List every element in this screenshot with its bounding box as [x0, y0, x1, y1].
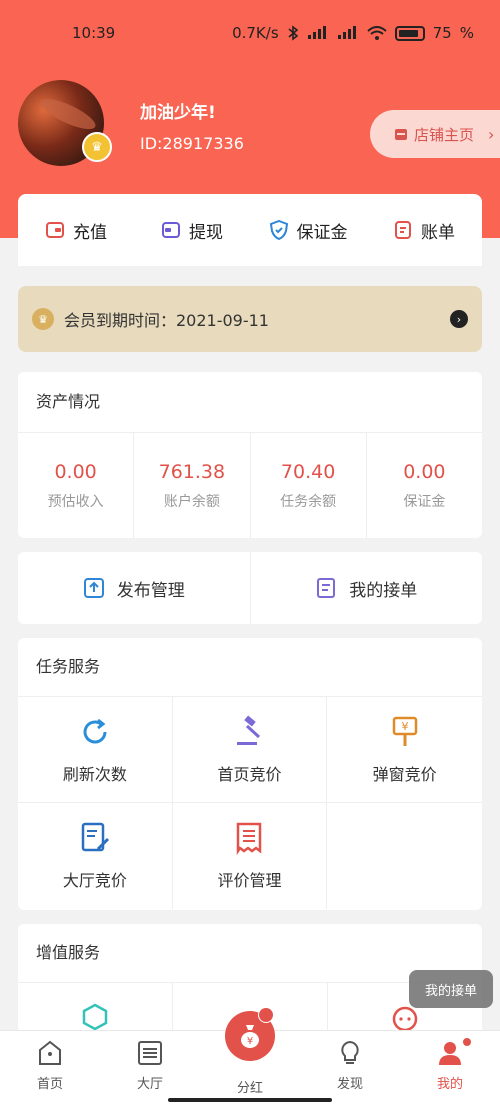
chevron-right-icon: › — [488, 124, 495, 144]
asset-label: 任务余额 — [280, 494, 337, 510]
wifi-icon — [366, 26, 387, 40]
edit-document-icon — [81, 822, 109, 852]
username: 加油少年! — [140, 103, 216, 123]
asset-label: 预估收入 — [47, 494, 104, 510]
membership-expiry: 会员到期时间：2021-09-11 — [64, 311, 269, 330]
battery-level: 75 — [432, 24, 452, 42]
svg-text:¥: ¥ — [401, 720, 408, 733]
nav-home[interactable]: 首页 — [0, 1031, 100, 1111]
refresh-icon — [83, 718, 107, 743]
auction-hammer-icon — [237, 714, 261, 745]
signal-icon — [307, 26, 326, 39]
asset-value: 761.38 — [158, 461, 226, 483]
bluetooth-icon — [288, 25, 298, 41]
floating-my-orders-button[interactable]: 我的接单 — [409, 970, 493, 1008]
shop-home-label: 店铺主页 — [414, 125, 475, 144]
popup-bidding-button[interactable]: ¥ 弹窗竞价 — [327, 697, 482, 803]
asset-deposit[interactable]: 0.00 保证金 — [367, 433, 482, 539]
bill-icon — [395, 221, 411, 239]
bill-label: 账单 — [421, 222, 455, 243]
membership-bar[interactable]: ♛ 会员到期时间：2021-09-11 › — [18, 286, 482, 352]
orders-icon — [317, 578, 336, 598]
yen-sign-icon: ¥ — [392, 716, 417, 746]
homepage-bidding-button[interactable]: 首页竞价 — [172, 697, 328, 803]
review-list-icon — [237, 822, 262, 855]
task-services-card: 任务服务 刷新次数 首页竞价 ¥ 弹窗竞价 大厅竞价 评价管理 — [18, 638, 482, 910]
shield-icon — [269, 220, 288, 240]
nav-mine[interactable]: 我的 — [400, 1031, 500, 1111]
my-orders-label: 我的接单 — [349, 580, 418, 601]
asset-estimated-income[interactable]: 0.00 预估收入 — [18, 433, 135, 539]
crown-icon: ♛ — [82, 132, 112, 162]
wallet-icon — [46, 222, 64, 238]
hall-bidding-label: 大厅竞价 — [62, 871, 127, 890]
asset-value: 0.00 — [54, 461, 97, 483]
withdraw-label: 提现 — [189, 222, 223, 243]
home-icon — [39, 1040, 61, 1065]
deposit-button[interactable]: 保证金 — [250, 218, 366, 243]
crown-icon: ♛ — [32, 308, 54, 330]
bill-button[interactable]: 账单 — [366, 218, 482, 243]
asset-label: 保证金 — [403, 494, 446, 510]
nav-mine-label: 我的 — [436, 1077, 463, 1092]
deposit-label: 保证金 — [296, 222, 348, 243]
withdraw-button[interactable]: 提现 — [134, 218, 250, 243]
status-time: 10:39 — [72, 24, 116, 42]
home-indicator — [168, 1098, 332, 1102]
publish-card: 发布管理 我的接单 — [18, 552, 482, 624]
review-management-button[interactable]: 评价管理 — [173, 803, 328, 909]
notification-dot — [258, 1007, 274, 1023]
nav-dividend-label: 分红 — [236, 1081, 263, 1096]
homepage-bidding-label: 首页竞价 — [217, 764, 282, 784]
refresh-count-button[interactable]: 刷新次数 — [18, 697, 173, 803]
publish-management-button[interactable]: 发布管理 — [18, 552, 251, 624]
nav-home-label: 首页 — [36, 1077, 63, 1092]
empty-cell — [327, 803, 482, 909]
withdraw-icon — [162, 222, 180, 238]
my-orders-button[interactable]: 我的接单 — [251, 552, 483, 624]
asset-label: 账户余额 — [163, 494, 220, 510]
status-icons: 0.7K/s 75% — [232, 24, 474, 42]
notification-dot — [462, 1037, 472, 1047]
cube-icon — [82, 1003, 108, 1031]
svg-text:¥: ¥ — [247, 1036, 253, 1047]
asset-value: 0.00 — [403, 461, 446, 483]
arrow-right-icon: › — [450, 310, 468, 328]
popup-bidding-label: 弹窗竞价 — [372, 764, 437, 784]
publish-management-label: 发布管理 — [116, 580, 185, 601]
asset-task-balance[interactable]: 70.40 任务余额 — [251, 433, 367, 539]
battery-icon — [394, 25, 425, 41]
upload-icon — [83, 578, 104, 598]
review-management-label: 评价管理 — [217, 871, 282, 890]
quick-actions: 充值 提现 保证金 账单 — [18, 194, 482, 266]
lightbulb-icon — [341, 1040, 359, 1064]
shop-icon — [395, 129, 407, 140]
hall-bidding-button[interactable]: 大厅竞价 — [18, 803, 173, 909]
network-speed: 0.7K/s — [232, 24, 279, 42]
recharge-button[interactable]: 充值 — [18, 218, 134, 243]
nav-hall-label: 大厅 — [136, 1077, 163, 1092]
shop-home-button[interactable]: 店铺主页 › — [370, 110, 500, 158]
recharge-label: 充值 — [73, 222, 107, 243]
refresh-count-label: 刷新次数 — [62, 764, 127, 784]
nav-discover-label: 发现 — [336, 1077, 363, 1092]
asset-account-balance[interactable]: 761.38 账户余额 — [134, 433, 251, 539]
list-icon — [138, 1041, 162, 1065]
assets-card: 资产情况 0.00 预估收入 761.38 账户余额 70.40 任务余额 0.… — [18, 372, 482, 539]
asset-value: 70.40 — [280, 461, 336, 483]
signal-icon-2 — [337, 26, 356, 39]
task-services-title: 任务服务 — [18, 638, 482, 697]
user-id: ID:28917336 — [140, 134, 244, 153]
status-bar: 10:39 0.7K/s 75% — [0, 0, 500, 66]
assets-title: 资产情况 — [18, 372, 482, 433]
user-icon — [439, 1042, 461, 1065]
